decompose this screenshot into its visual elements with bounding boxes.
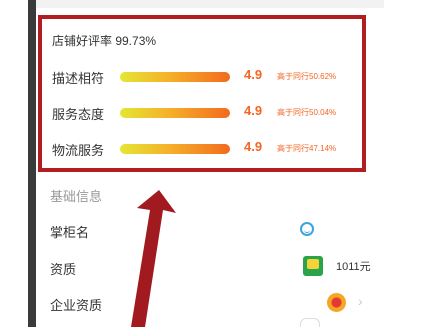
annotation-arrow [131,190,176,327]
